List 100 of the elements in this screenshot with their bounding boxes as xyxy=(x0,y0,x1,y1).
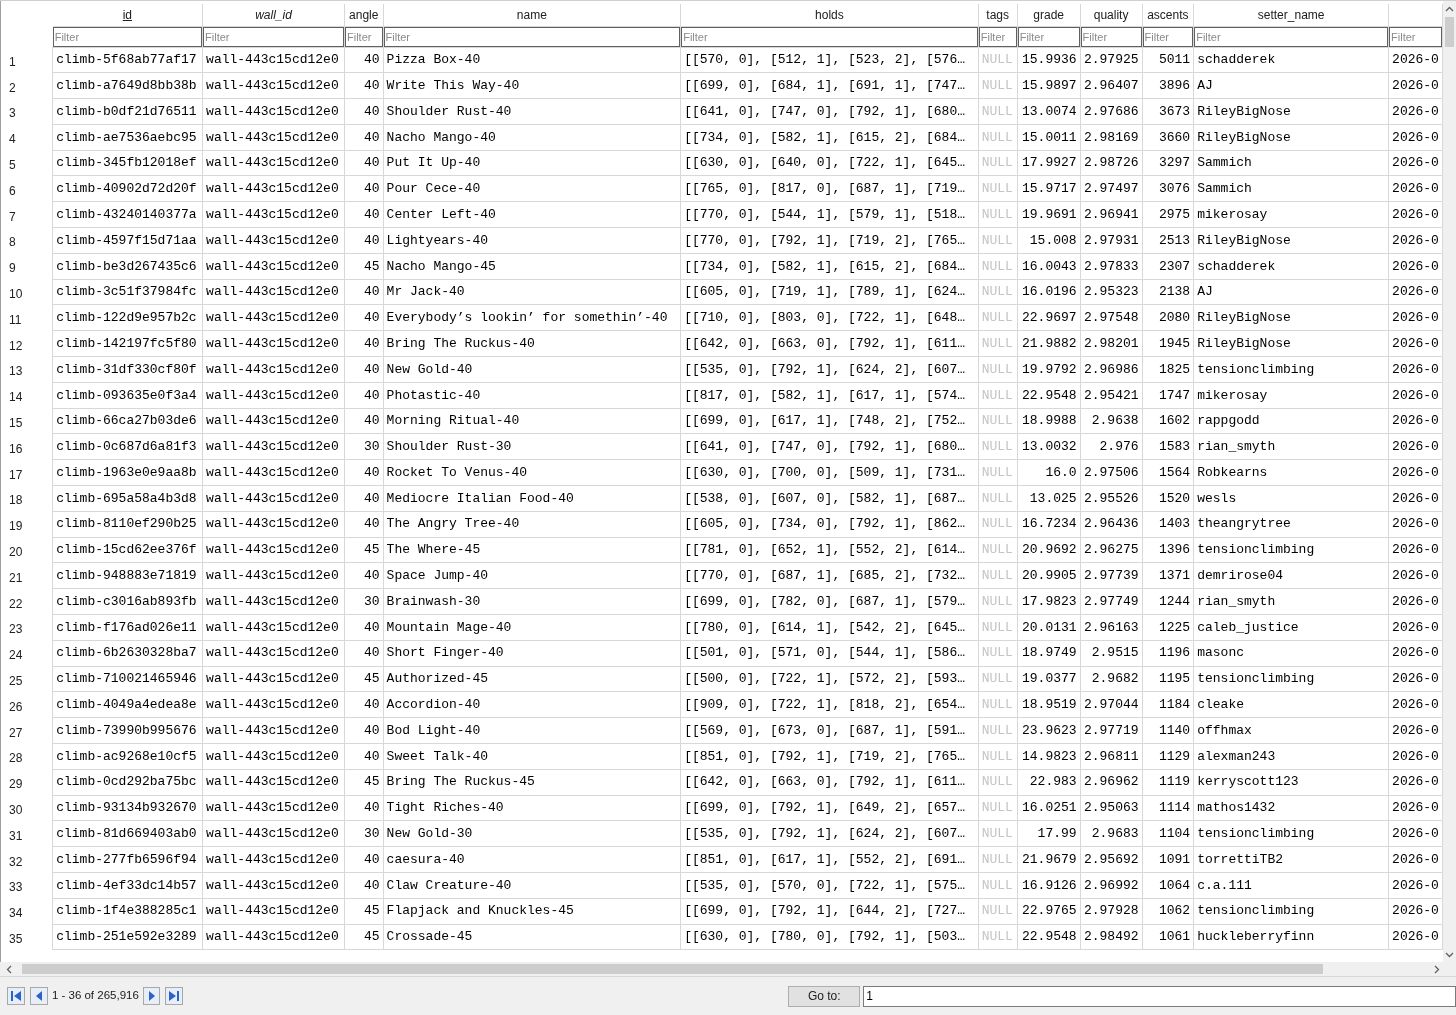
table-cell: Bring The Ruckus-40 xyxy=(383,330,681,357)
table-cell: 5011 xyxy=(1142,47,1194,73)
table-cell: RileyBigNose xyxy=(1193,304,1389,331)
column-header[interactable]: setter_name xyxy=(1257,7,1325,22)
go-to-button[interactable]: Go to: xyxy=(788,985,861,1007)
table-cell: 2026-0 xyxy=(1388,898,1443,925)
table-cell: climb-81d669403ab0 xyxy=(52,820,203,847)
column-header[interactable]: angle xyxy=(349,7,379,22)
table-cell: 22.9548 xyxy=(1017,924,1081,950)
table-cell: wall-443c15cd12e0 xyxy=(202,433,345,460)
table-cell: 13.025 xyxy=(1017,485,1081,512)
previous-page-button[interactable] xyxy=(29,987,48,1005)
table-cell: mikerosay xyxy=(1193,201,1389,228)
row-number: 20 xyxy=(9,545,23,560)
table-cell: 1140 xyxy=(1142,717,1194,744)
filter-field[interactable]: Filter xyxy=(52,26,203,47)
horizontal-scrollbar[interactable] xyxy=(0,962,1456,976)
column-header[interactable]: ascents xyxy=(1147,7,1189,22)
table-cell: [[630, 0], [640, 0], [722, 1], [645… xyxy=(680,150,979,176)
row-number: 5 xyxy=(9,158,16,173)
next-page-button[interactable] xyxy=(142,987,161,1005)
row-number: 14 xyxy=(9,390,23,405)
table-cell: 2.95323 xyxy=(1080,279,1143,305)
table-cell: 2.96407 xyxy=(1080,72,1143,99)
table-cell: 2.976 xyxy=(1080,433,1143,460)
scrollbar-thumb[interactable] xyxy=(1445,17,1454,47)
row-number: 16 xyxy=(9,441,23,456)
table-cell: [[699, 0], [617, 1], [748, 2], [752… xyxy=(680,408,979,434)
row-number: 17 xyxy=(9,467,23,482)
scroll-up-icon[interactable] xyxy=(1445,6,1454,12)
column-header[interactable]: tags xyxy=(986,7,1010,22)
go-to-field[interactable]: 1 xyxy=(863,985,1456,1007)
table-cell: [[630, 0], [700, 0], [509, 1], [731… xyxy=(680,459,979,486)
table-cell: climb-8110ef290b25 xyxy=(52,511,203,538)
table-cell: [[641, 0], [747, 0], [792, 1], [680… xyxy=(680,433,979,460)
table-cell: Shoulder Rust-30 xyxy=(383,433,681,460)
table-cell: 45 xyxy=(344,898,384,925)
table-cell: Pizza Box-40 xyxy=(383,47,681,73)
table-cell: [[851, 0], [617, 1], [552, 2], [691… xyxy=(680,846,979,873)
table-cell: rian_smyth xyxy=(1193,433,1389,460)
table-cell: wall-443c15cd12e0 xyxy=(202,691,345,718)
column-header[interactable]: quality xyxy=(1093,7,1129,22)
first-page-button[interactable] xyxy=(7,987,25,1005)
table-cell: RileyBigNose xyxy=(1193,227,1389,254)
table-cell: climb-93134b932670 xyxy=(52,795,203,821)
last-page-button[interactable] xyxy=(165,987,184,1005)
table-cell: wall-443c15cd12e0 xyxy=(202,537,345,563)
column-header[interactable]: wall_id xyxy=(255,7,292,22)
table-cell: 2.98492 xyxy=(1080,924,1143,950)
table-cell: NULL xyxy=(978,356,1018,383)
table-cell: NULL xyxy=(978,72,1018,99)
table-cell: Authorized-45 xyxy=(383,666,681,692)
table-cell: 2.97925 xyxy=(1080,47,1143,73)
table-cell: 2.96811 xyxy=(1080,743,1143,770)
table-cell: climb-6b2630328ba7 xyxy=(52,640,203,667)
table-cell: 15.9717 xyxy=(1017,176,1081,202)
table-cell: 3673 xyxy=(1142,98,1194,125)
table-cell: climb-73990b995676 xyxy=(52,717,203,744)
column-header[interactable]: grade xyxy=(1033,7,1064,22)
column-header[interactable]: name xyxy=(516,7,547,22)
table-cell: 17.99 xyxy=(1017,820,1081,847)
scrollbar-thumb[interactable] xyxy=(22,964,1323,974)
table-cell: 2026-0 xyxy=(1388,846,1443,873)
table-cell: NULL xyxy=(978,511,1018,538)
row-number: 21 xyxy=(9,570,23,585)
table-cell: climb-0c687d6a81f3 xyxy=(52,433,203,460)
table-cell: [[569, 0], [673, 0], [687, 1], [591… xyxy=(680,717,979,744)
table-cell: 2.95526 xyxy=(1080,485,1143,512)
scroll-right-icon[interactable] xyxy=(1434,964,1440,974)
filter-field[interactable]: Filter xyxy=(1389,26,1442,47)
table-cell: Sammich xyxy=(1193,176,1389,202)
table-cell: 2026-0 xyxy=(1388,124,1443,151)
table-cell: 2.97044 xyxy=(1080,691,1143,718)
table-cell: 1061 xyxy=(1142,924,1194,950)
table-cell: wall-443c15cd12e0 xyxy=(202,150,345,176)
scroll-down-icon[interactable] xyxy=(1445,952,1454,958)
table-cell: kerryscott123 xyxy=(1193,769,1389,796)
table-cell: 2026-0 xyxy=(1388,588,1443,615)
table-cell: Rocket To Venus-40 xyxy=(383,459,681,486)
table-cell: 40 xyxy=(344,485,384,512)
column-header[interactable]: id xyxy=(122,7,133,22)
table-cell: 2080 xyxy=(1142,304,1194,331)
vertical-scrollbar[interactable] xyxy=(1443,1,1456,963)
table-cell: [[909, 0], [722, 1], [818, 2], [654… xyxy=(680,691,979,718)
filter-field[interactable]: Filter xyxy=(203,26,344,47)
filter-field[interactable]: Filter xyxy=(1194,26,1389,47)
table-cell: 16.0251 xyxy=(1017,795,1081,821)
table-cell: 2026-0 xyxy=(1388,562,1443,589)
table-cell: [[710, 0], [803, 0], [722, 1], [648… xyxy=(680,304,979,331)
column-header[interactable]: holds xyxy=(815,7,844,22)
table-cell: 2.95063 xyxy=(1080,795,1143,821)
row-number: 1 xyxy=(9,54,16,69)
table-cell: NULL xyxy=(978,846,1018,873)
table-cell: [[501, 0], [571, 0], [544, 1], [586… xyxy=(680,640,979,667)
filter-field[interactable]: Filter xyxy=(681,26,978,47)
row-number: 28 xyxy=(9,751,23,766)
table-cell: 2026-0 xyxy=(1388,666,1443,692)
table-cell: RileyBigNose xyxy=(1193,330,1389,357)
table-cell: climb-122d9e957b2c xyxy=(52,304,203,331)
scroll-left-icon[interactable] xyxy=(6,964,12,974)
